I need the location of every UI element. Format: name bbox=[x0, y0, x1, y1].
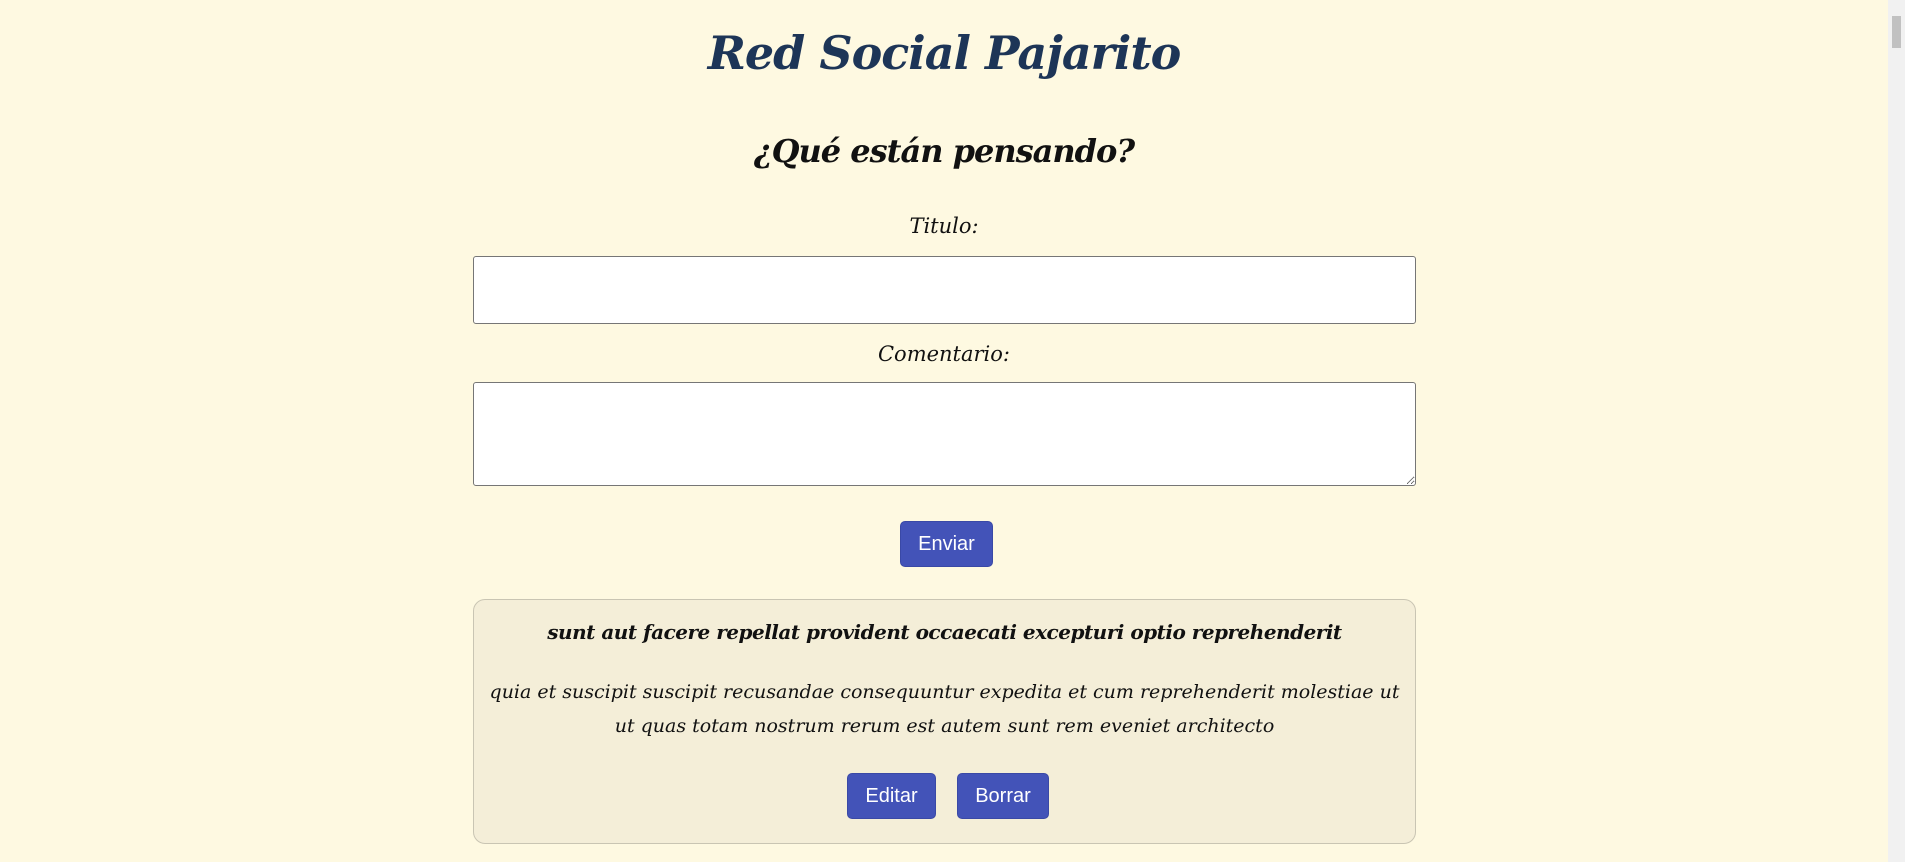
delete-button[interactable]: Borrar bbox=[957, 773, 1049, 819]
post-body: quia et suscipit suscipit recusandae con… bbox=[489, 681, 1400, 737]
comment-textarea[interactable] bbox=[473, 382, 1416, 486]
scrollbar-thumb[interactable] bbox=[1892, 16, 1901, 48]
comment-label: Comentario: bbox=[877, 342, 1010, 366]
title-label: Titulo: bbox=[909, 214, 979, 238]
page-subtitle: ¿Qué están pensando? bbox=[753, 132, 1135, 170]
submit-button[interactable]: Enviar bbox=[900, 521, 993, 567]
site-title: Red Social Pajarito bbox=[707, 26, 1182, 80]
post-title: sunt aut facere repellat provident occae… bbox=[547, 620, 1342, 644]
edit-button[interactable]: Editar bbox=[847, 773, 936, 819]
title-input[interactable] bbox=[473, 256, 1416, 324]
post-card: sunt aut facere repellat provident occae… bbox=[473, 599, 1416, 844]
page: Red Social Pajarito ¿Qué están pensando?… bbox=[0, 0, 1888, 862]
vertical-scrollbar[interactable] bbox=[1888, 0, 1905, 862]
